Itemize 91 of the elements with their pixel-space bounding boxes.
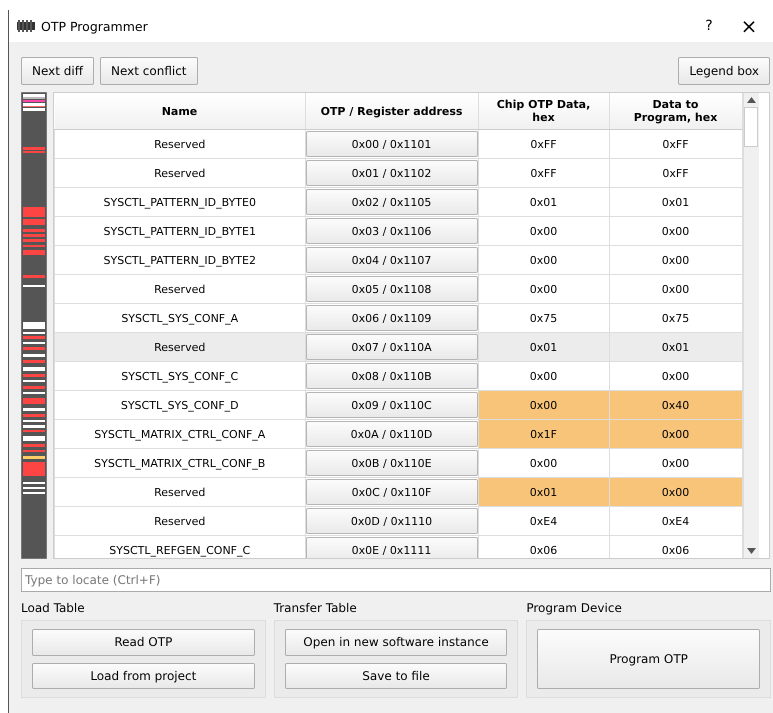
- table-cell: SYSCTL_PATTERN_ID_BYTE2: [54, 246, 305, 274]
- table-cell: SYSCTL_PATTERN_ID_BYTE0: [54, 188, 305, 216]
- table-cell: 0x00: [478, 274, 609, 304]
- table-cell: 0x40: [609, 390, 742, 420]
- column-header[interactable]: Name: [54, 93, 305, 130]
- table-row[interactable]: Reserved 0x07 / 0x110A 0x01 0x01: [54, 332, 742, 362]
- action-button[interactable]: Open in new software instance: [284, 629, 508, 656]
- action-button[interactable]: Read OTP: [32, 629, 255, 656]
- table-cell: Reserved: [54, 478, 305, 506]
- table-cell: Reserved: [54, 274, 305, 304]
- table-cell: 0x00: [609, 478, 742, 506]
- address-button[interactable]: 0x0E / 0x1111: [306, 537, 478, 558]
- table-cell: Reserved: [54, 158, 305, 188]
- table-row[interactable]: SYSCTL_SYS_CONF_A 0x06 / 0x1109 0x75 0x75: [54, 304, 742, 332]
- address-button[interactable]: 0x0B / 0x110E: [306, 450, 478, 476]
- table-cell: 0xE4: [478, 506, 609, 536]
- window-title: OTP Programmer: [41, 18, 148, 34]
- address-button[interactable]: 0x03 / 0x1106: [306, 218, 478, 244]
- table-cell: Reserved: [54, 506, 305, 536]
- address-button[interactable]: 0x04 / 0x1107: [306, 247, 478, 273]
- table-cell: 0xFF: [478, 158, 609, 188]
- table-row[interactable]: SYSCTL_SYS_CONF_D 0x09 / 0x110C 0x00 0x40: [54, 390, 742, 420]
- table-cell: 0xE4: [609, 506, 742, 536]
- table-row[interactable]: SYSCTL_PATTERN_ID_BYTE2 0x04 / 0x1107 0x00 0x00: [54, 246, 742, 274]
- table-cell: 0x00: [478, 246, 609, 274]
- table-cell: Reserved: [54, 130, 305, 158]
- table-cell: 0x1F: [478, 420, 609, 448]
- address-button[interactable]: 0x05 / 0x1108: [306, 276, 478, 302]
- table-row[interactable]: SYSCTL_SYS_CONF_C 0x08 / 0x110B 0x00 0x00: [54, 362, 742, 390]
- table-cell: 0x00: [478, 390, 609, 420]
- table-cell: 0x00: [609, 420, 742, 448]
- table-cell: 0x00: [609, 274, 742, 304]
- table-cell: 0x00: [478, 216, 609, 246]
- group-title: Load Table: [21, 601, 86, 615]
- table-cell: 0xFF: [609, 130, 742, 158]
- action-button[interactable]: Program OTP: [537, 629, 760, 689]
- table-cell: 0x01: [478, 332, 609, 362]
- table-cell: SYSCTL_PATTERN_ID_BYTE1: [54, 216, 305, 246]
- table-row[interactable]: Reserved 0x01 / 0x1102 0xFF 0xFF: [54, 158, 742, 188]
- table-cell: 0x00: [609, 216, 742, 246]
- address-button[interactable]: 0x0A / 0x110D: [306, 421, 478, 447]
- table-cell: SYSCTL_MATRIX_CTRL_CONF_A: [54, 420, 305, 448]
- table-cell: SYSCTL_MATRIX_CTRL_CONF_B: [54, 448, 305, 478]
- table-row[interactable]: SYSCTL_PATTERN_ID_BYTE1 0x03 / 0x1106 0x00 0x00: [54, 216, 742, 246]
- scroll-down-icon[interactable]: [746, 548, 756, 554]
- address-button[interactable]: 0x00 / 0x1101: [306, 131, 478, 157]
- action-button[interactable]: Save to file: [284, 662, 508, 689]
- address-button[interactable]: 0x0D / 0x1110: [306, 508, 478, 534]
- table-cell: 0x01: [609, 188, 742, 216]
- help-button[interactable]: ?: [689, 11, 729, 41]
- address-button[interactable]: 0x09 / 0x110C: [306, 392, 478, 418]
- table-row[interactable]: Reserved 0x05 / 0x1108 0x00 0x00: [54, 274, 742, 304]
- table-cell: SYSCTL_SYS_CONF_D: [54, 390, 305, 420]
- chip-icon: [17, 20, 35, 32]
- table-cell: 0x01: [609, 332, 742, 362]
- search-field[interactable]: Type to locate (Ctrl+F): [21, 568, 771, 592]
- table-cell: 0xFF: [478, 130, 609, 158]
- address-button[interactable]: 0x01 / 0x1102: [306, 160, 478, 186]
- table-cell: SYSCTL_REFGEN_CONF_C: [54, 536, 305, 558]
- table-row[interactable]: SYSCTL_MATRIX_CTRL_CONF_A 0x0A / 0x110D 0x1F 0x00: [54, 420, 742, 448]
- table-row[interactable]: SYSCTL_REFGEN_CONF_C 0x0E / 0x1111 0x06 0x06: [54, 536, 742, 558]
- close-button[interactable]: ×: [729, 11, 769, 41]
- column-header[interactable]: OTP / Register address: [305, 93, 478, 130]
- group-title: Transfer Table: [274, 601, 358, 615]
- action-button[interactable]: Load from project: [32, 662, 255, 689]
- column-header[interactable]: Data to Program, hex: [609, 93, 742, 130]
- address-button[interactable]: 0x02 / 0x1105: [306, 189, 478, 215]
- toolbar-button[interactable]: Next conflict: [100, 57, 198, 85]
- group-title: Program Device: [526, 601, 623, 615]
- address-button[interactable]: 0x06 / 0x1109: [306, 305, 478, 331]
- table-row[interactable]: Reserved 0x00 / 0x1101 0xFF 0xFF: [54, 130, 742, 158]
- diff-map-drawing[interactable]: [21, 92, 47, 559]
- table-row[interactable]: Reserved 0x0C / 0x110F 0x01 0x00: [54, 478, 742, 506]
- table-cell: 0x01: [478, 188, 609, 216]
- address-button[interactable]: 0x0C / 0x110F: [306, 479, 478, 505]
- table-cell: Reserved: [54, 332, 305, 362]
- table-row[interactable]: Reserved 0x0D / 0x1110 0xE4 0xE4: [54, 506, 742, 536]
- scrollbar[interactable]: [742, 93, 758, 558]
- scroll-thumb[interactable]: [744, 107, 758, 147]
- legend-button[interactable]: Legend box: [678, 57, 770, 85]
- table-row[interactable]: SYSCTL_PATTERN_ID_BYTE0 0x02 / 0x1105 0x01 0x01: [54, 188, 742, 216]
- address-button[interactable]: 0x08 / 0x110B: [306, 363, 478, 389]
- column-header[interactable]: Chip OTP Data, hex: [478, 93, 609, 130]
- table-cell: SYSCTL_SYS_CONF_C: [54, 362, 305, 390]
- scroll-up-icon[interactable]: [746, 97, 756, 103]
- table-cell: 0x01: [478, 478, 609, 506]
- toolbar-button[interactable]: Next diff: [21, 57, 94, 85]
- table-row[interactable]: SYSCTL_MATRIX_CTRL_CONF_B 0x0B / 0x110E 0x00 0x00: [54, 448, 742, 478]
- table-cell: 0x00: [609, 246, 742, 274]
- address-button[interactable]: 0x07 / 0x110A: [306, 334, 478, 360]
- table-cell: 0xFF: [609, 158, 742, 188]
